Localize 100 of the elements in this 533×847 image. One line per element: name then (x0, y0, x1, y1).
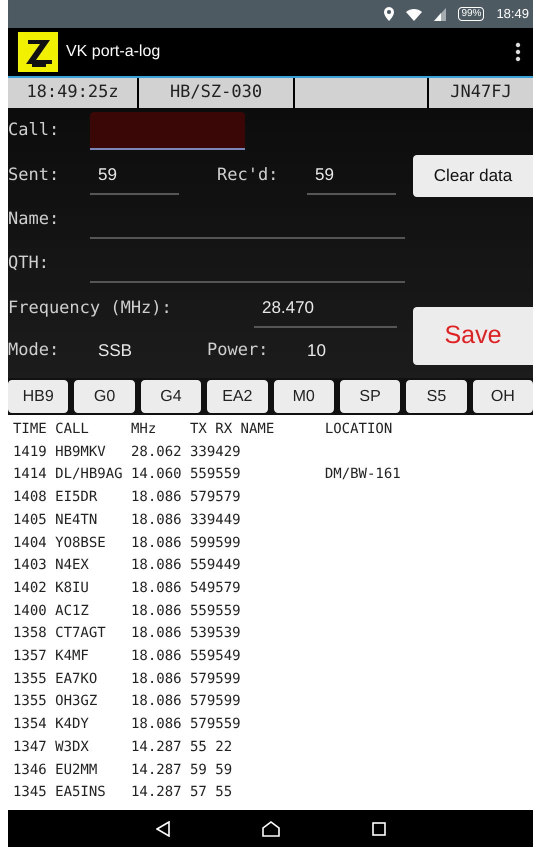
save-button[interactable]: Save (413, 307, 533, 365)
time-cell-text: 1355 (13, 670, 48, 689)
prefix-button[interactable]: G4 (140, 380, 202, 413)
report-cell-text: 549579 (190, 578, 242, 598)
call-cell-text: K4DY (55, 715, 90, 734)
frequency-cell-text: 14.287 (130, 783, 183, 802)
field-label: Sent: (8, 164, 60, 188)
mode-value[interactable]: SSB (98, 338, 207, 364)
status-time: 18:49 (496, 5, 529, 24)
prefix-button[interactable]: M0 (274, 380, 334, 413)
report-cell-text: 559559 (190, 465, 242, 484)
report-cell-text: 559559 (190, 602, 242, 621)
call-cell-text: EU2MM (55, 760, 98, 780)
column-header: TIME (13, 420, 48, 439)
frequency-cell-text: 14.060 (130, 465, 183, 484)
report-cell-text: 59 59 (190, 760, 234, 780)
field-label: Frequency (MHz): (8, 297, 173, 320)
time-cell-text: 1355 (13, 692, 48, 712)
call-cell-text: N4EX (55, 556, 90, 576)
battery-indicator: 99% (458, 7, 484, 21)
column-header: CALL (55, 420, 90, 439)
frequency-cell-text: 18.086 (130, 578, 183, 598)
frequency-cell-text: 18.086 (130, 715, 183, 734)
report-cell-text: 57 55 (190, 783, 234, 802)
recents-icon[interactable] (372, 822, 386, 836)
app-title: VK port-a-log (66, 42, 160, 62)
overflow-menu-icon[interactable] (515, 42, 521, 62)
time-cell-text: 1400 (13, 602, 48, 621)
frequency-cell-text: 18.086 (130, 692, 183, 712)
power-value[interactable]: 10 (307, 338, 326, 364)
time-cell-text: 1345 (13, 783, 48, 802)
home-icon[interactable] (262, 820, 280, 836)
prefix-button[interactable]: G0 (74, 380, 135, 413)
frequency-cell-text: 14.287 (130, 738, 183, 757)
time-cell-text: 1354 (13, 715, 48, 734)
report-cell-text: 339449 (190, 510, 242, 530)
field-label: Power: (207, 339, 270, 362)
location-cell-text: DM/BW-161 (324, 465, 401, 484)
call-cell-text: K4MF (55, 647, 90, 666)
call-cell-text: YO8BSE (55, 534, 107, 553)
frequency-cell-text: 18.086 (130, 624, 183, 644)
frequency-cell-text: 18.086 (130, 602, 183, 621)
call-cell-text: NE4TN (55, 510, 98, 530)
frequency-cell-text: 18.086 (130, 647, 183, 666)
call-cell-text: HB9MKV (55, 442, 107, 462)
time-cell-text: 1405 (13, 510, 48, 530)
info-cell: HB/SZ-030 (139, 78, 293, 108)
call-cell-text: DL/HB9AG (55, 465, 124, 484)
report-cell-text: 579579 (190, 488, 242, 508)
time-cell-text: 1414 (13, 465, 48, 484)
frequency-cell-text: 14.287 (130, 760, 183, 780)
time-cell-text: 1357 (13, 647, 48, 666)
back-icon[interactable] (156, 820, 170, 836)
field-label: Name: (8, 208, 60, 232)
report-cell-text: 539539 (190, 624, 242, 644)
clear-data-button[interactable]: Clear data (413, 155, 533, 197)
call-cell-text: OH3GZ (55, 692, 98, 712)
call-cell-text: W3DX (55, 738, 90, 757)
info-cell: JN47FJ (429, 78, 533, 108)
time-cell-text: 1358 (13, 624, 48, 644)
prefix-button[interactable]: EA2 (207, 380, 268, 413)
wifi-icon (406, 8, 422, 20)
report-cell-text: 339429 (190, 442, 242, 462)
column-header: RX (215, 420, 234, 439)
app-logo-icon (18, 32, 58, 72)
prefix-button[interactable]: HB9 (8, 380, 68, 413)
location-pin-icon (384, 7, 394, 21)
column-header: TX (190, 420, 208, 439)
prefix-button[interactable]: S5 (406, 380, 467, 413)
prefix-button[interactable]: SP (340, 380, 400, 413)
report-cell-text: 579599 (190, 692, 242, 712)
time-cell-text: 1402 (13, 578, 48, 598)
report-cell-text: 559449 (190, 556, 242, 576)
signal-icon (434, 8, 446, 20)
call-cell-text: EA7KO (55, 670, 98, 689)
frequency-field[interactable]: 28.470 (254, 290, 397, 328)
report-cell-text: 55 22 (190, 738, 234, 757)
column-header: MHz (130, 420, 158, 439)
sent-field[interactable]: 59 (90, 157, 179, 195)
call-field[interactable] (90, 112, 245, 150)
call-cell-text: CT7AGT (55, 624, 107, 644)
frequency-cell-text: 18.086 (130, 670, 183, 689)
field-label: QTH: (8, 252, 50, 276)
report-cell-text: 579599 (190, 670, 242, 689)
time-cell-text: 1346 (13, 760, 48, 780)
received-field[interactable]: 59 (307, 157, 396, 195)
time-cell-text: 1404 (13, 534, 48, 553)
frequency-cell-text: 28.062 (130, 442, 183, 462)
time-cell-text: 1347 (13, 738, 48, 757)
prefix-button[interactable]: OH (472, 380, 533, 413)
frequency-cell-text: 18.086 (130, 510, 183, 530)
field-label: Rec'd: (217, 164, 280, 188)
column-header: NAME (240, 420, 276, 439)
call-cell-text: EA5INS (55, 783, 107, 802)
time-cell-text: 1403 (13, 556, 48, 576)
column-header: LOCATION (324, 420, 392, 439)
time-cell-text: 1419 (13, 442, 48, 462)
frequency-cell-text: 18.086 (130, 534, 183, 553)
report-cell-text: 579559 (190, 715, 242, 734)
info-cell: 18:49:25z (8, 78, 137, 108)
